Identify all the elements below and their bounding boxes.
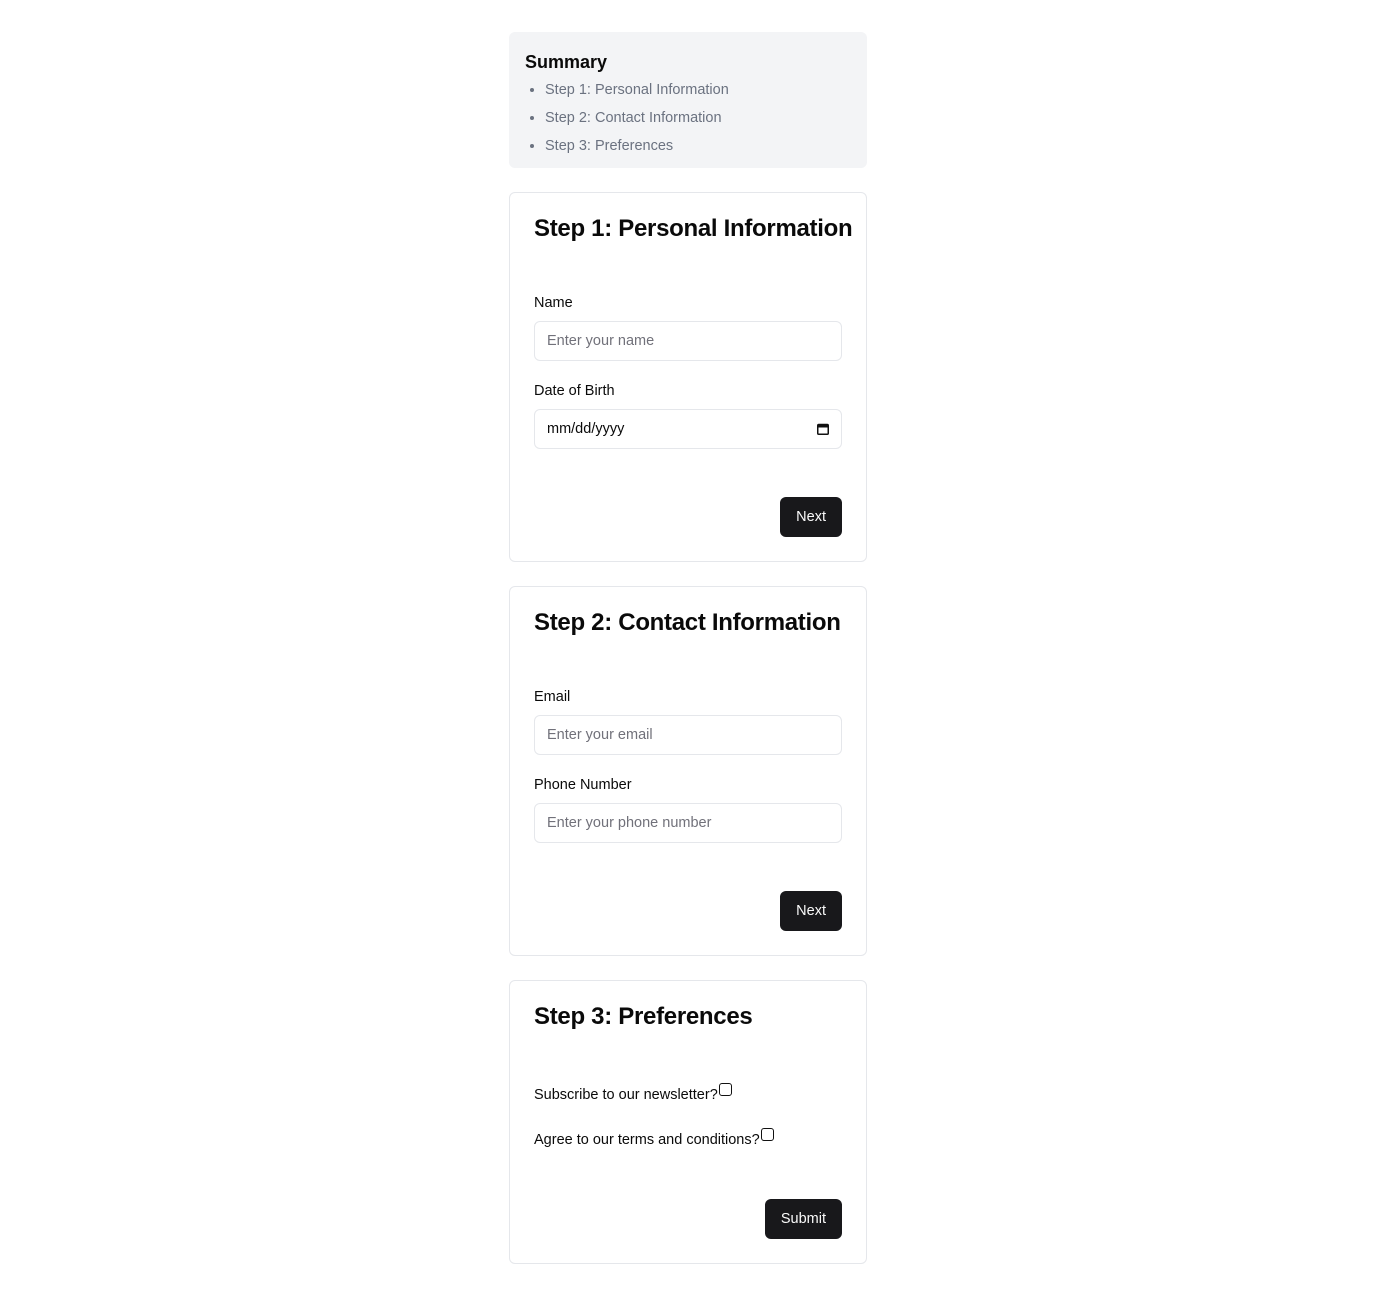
- email-label: Email: [534, 689, 571, 705]
- terms-checkbox[interactable]: [760, 1128, 774, 1141]
- step3-card: Step 3: Preferences Subscribe to our new…: [509, 980, 867, 1264]
- step1-next-button[interactable]: Next: [780, 497, 842, 537]
- form-wizard: Summary Step 1: Personal Information Ste…: [509, 32, 867, 1264]
- phone-input[interactable]: [534, 803, 842, 843]
- terms-row: Agree to our terms and conditions?: [534, 1128, 774, 1149]
- step2-next-button[interactable]: Next: [780, 891, 842, 931]
- submit-button[interactable]: Submit: [764, 1199, 842, 1239]
- newsletter-row: Subscribe to our newsletter?: [534, 1083, 732, 1104]
- summary-item-step1: Step 1: Personal Information: [545, 76, 851, 104]
- step1-title: Step 1: Personal Information: [534, 215, 853, 242]
- step3-title: Step 3: Preferences: [534, 1003, 753, 1030]
- step2-card: Step 2: Contact Information Email Phone …: [509, 586, 867, 956]
- email-input[interactable]: [534, 715, 842, 755]
- summary-item-step3: Step 3: Preferences: [545, 132, 851, 160]
- summary-item-step2: Step 2: Contact Information: [545, 104, 851, 132]
- newsletter-checkbox[interactable]: [718, 1083, 732, 1096]
- name-label: Name: [534, 295, 573, 311]
- phone-label: Phone Number: [534, 777, 632, 793]
- dob-input[interactable]: mm/dd/yyyy: [534, 409, 842, 449]
- name-input[interactable]: [534, 321, 842, 361]
- summary-title: Summary: [525, 52, 608, 72]
- step1-card: Step 1: Personal Information Name Date o…: [509, 192, 867, 562]
- dob-label: Date of Birth: [534, 383, 615, 399]
- terms-label: Agree to our terms and conditions?: [534, 1132, 760, 1148]
- newsletter-label: Subscribe to our newsletter?: [534, 1087, 718, 1103]
- step2-title: Step 2: Contact Information: [534, 609, 841, 636]
- calendar-icon[interactable]: [817, 423, 829, 435]
- dob-placeholder: mm/dd/yyyy: [547, 421, 625, 437]
- summary-list: Step 1: Personal Information Step 2: Con…: [525, 76, 851, 160]
- summary-panel: Summary Step 1: Personal Information Ste…: [509, 32, 867, 168]
